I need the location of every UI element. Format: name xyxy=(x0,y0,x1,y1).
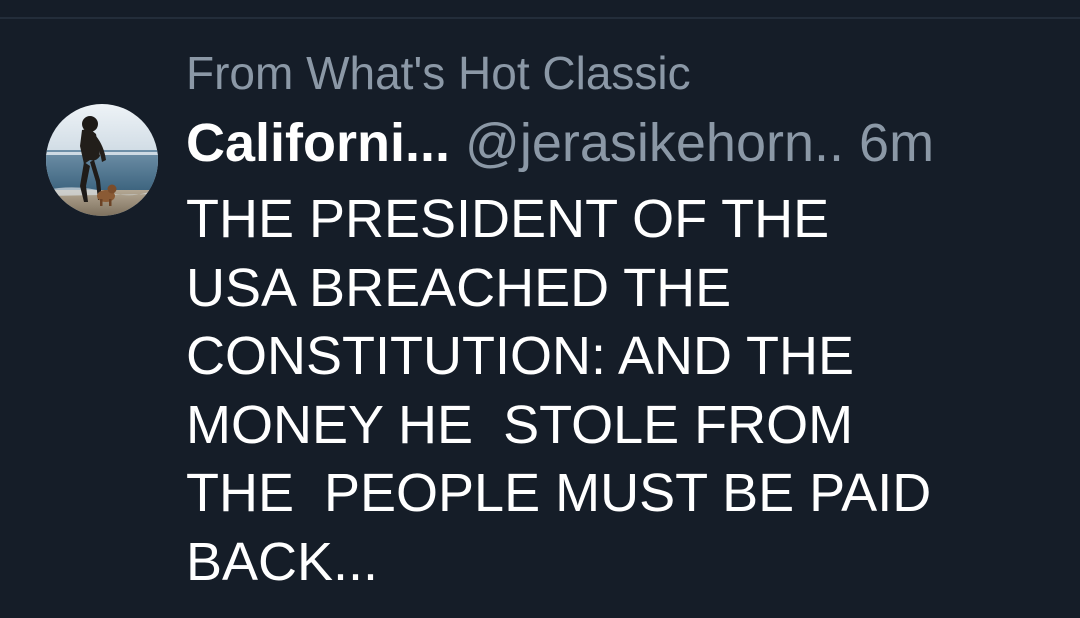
tweet-timestamp[interactable]: 6m xyxy=(859,113,934,173)
tweet-header: Californi... @jerasikehorn.. 6m xyxy=(186,112,934,174)
avatar[interactable] xyxy=(46,104,158,216)
user-handle[interactable]: @jerasikehorn.. xyxy=(465,113,844,173)
top-divider xyxy=(0,17,1080,19)
display-name[interactable]: Californi... xyxy=(186,113,450,173)
tweet-text: THE PRESIDENT OF THE USA BREACHED THE CO… xyxy=(186,189,932,592)
feed-context-label[interactable]: From What's Hot Classic xyxy=(186,46,691,100)
avatar-photo-icon xyxy=(46,104,158,216)
